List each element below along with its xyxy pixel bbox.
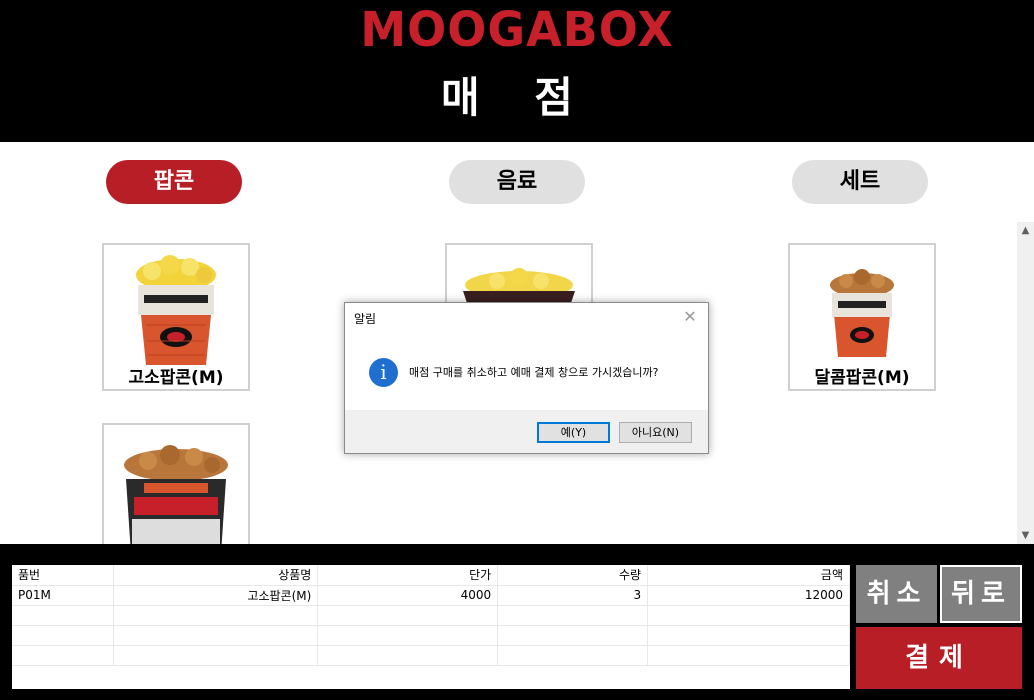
header: MOOGABOX 매 점 [0, 0, 1034, 142]
yes-button[interactable]: 예(Y) [537, 422, 610, 443]
tab-drinks[interactable]: 음료 [449, 160, 585, 204]
cancel-button[interactable]: 취소 [856, 565, 937, 623]
column-header-product-name[interactable]: 상품명 [113, 565, 319, 586]
product-card-large-popcorn[interactable] [102, 423, 250, 544]
tab-popcorn[interactable]: 팝콘 [106, 160, 242, 204]
cell-unit-price: 4000 [317, 585, 499, 606]
tab-set[interactable]: 세트 [792, 160, 928, 204]
brand-logo: MOOGABOX [360, 0, 674, 58]
no-button[interactable]: 아니요(N) [619, 422, 692, 443]
kiosk-window: MOOGABOX 매 점 팝콘 음료 세트 고소팝콘(M) 달콤팝콘(M) ▲ … [0, 0, 1034, 700]
product-label: 달콤팝콘(M) [814, 368, 910, 388]
cell-amount: 12000 [647, 585, 850, 606]
scroll-down-icon[interactable]: ▼ [1017, 527, 1034, 544]
cell-quantity: 3 [497, 585, 649, 606]
column-header-unit-price[interactable]: 단가 [317, 565, 499, 586]
dialog-footer: 예(Y) 아니요(N) [345, 410, 708, 453]
confirm-dialog: 알림 ✕ i 매점 구매를 취소하고 예매 결제 창으로 가시겠습니까? 예(Y… [344, 302, 709, 454]
column-header-amount[interactable]: 금액 [647, 565, 850, 586]
scroll-thumb[interactable] [1020, 242, 1031, 524]
dialog-message: 매점 구매를 취소하고 예매 결제 창으로 가시겠습니까? [409, 366, 659, 379]
order-table: 품번 상품명 단가 수량 금액 P01M 고소팝콘(M) 4000 3 1200… [12, 565, 850, 689]
column-header-quantity[interactable]: 수량 [497, 565, 649, 586]
column-header-item-code[interactable]: 품번 [12, 565, 115, 586]
product-label: 고소팝콘(M) [128, 368, 224, 388]
vertical-scrollbar[interactable]: ▲ ▼ [1017, 222, 1034, 544]
product-card-sweet-popcorn[interactable]: 달콤팝콘(M) [788, 243, 936, 391]
info-icon: i [369, 358, 398, 387]
pay-button[interactable]: 결제 [856, 627, 1022, 689]
product-card-savory-popcorn[interactable]: 고소팝콘(M) [102, 243, 250, 391]
dialog-title: 알림 [354, 312, 377, 326]
scroll-up-icon[interactable]: ▲ [1017, 222, 1034, 239]
table-row-empty [12, 645, 850, 666]
back-button[interactable]: 뒤로 [940, 565, 1022, 623]
cell-product-name: 고소팝콘(M) [113, 585, 319, 606]
table-row-empty [12, 605, 850, 626]
table-row-empty [12, 625, 850, 646]
close-icon[interactable]: ✕ [680, 307, 700, 326]
cell-item-code: P01M [12, 585, 115, 606]
table-row[interactable]: P01M 고소팝콘(M) 4000 3 12000 [12, 585, 850, 606]
page-title: 매 점 [441, 73, 593, 122]
popcorn-large-icon [124, 445, 228, 544]
table-header-row: 품번 상품명 단가 수량 금액 [12, 565, 850, 586]
